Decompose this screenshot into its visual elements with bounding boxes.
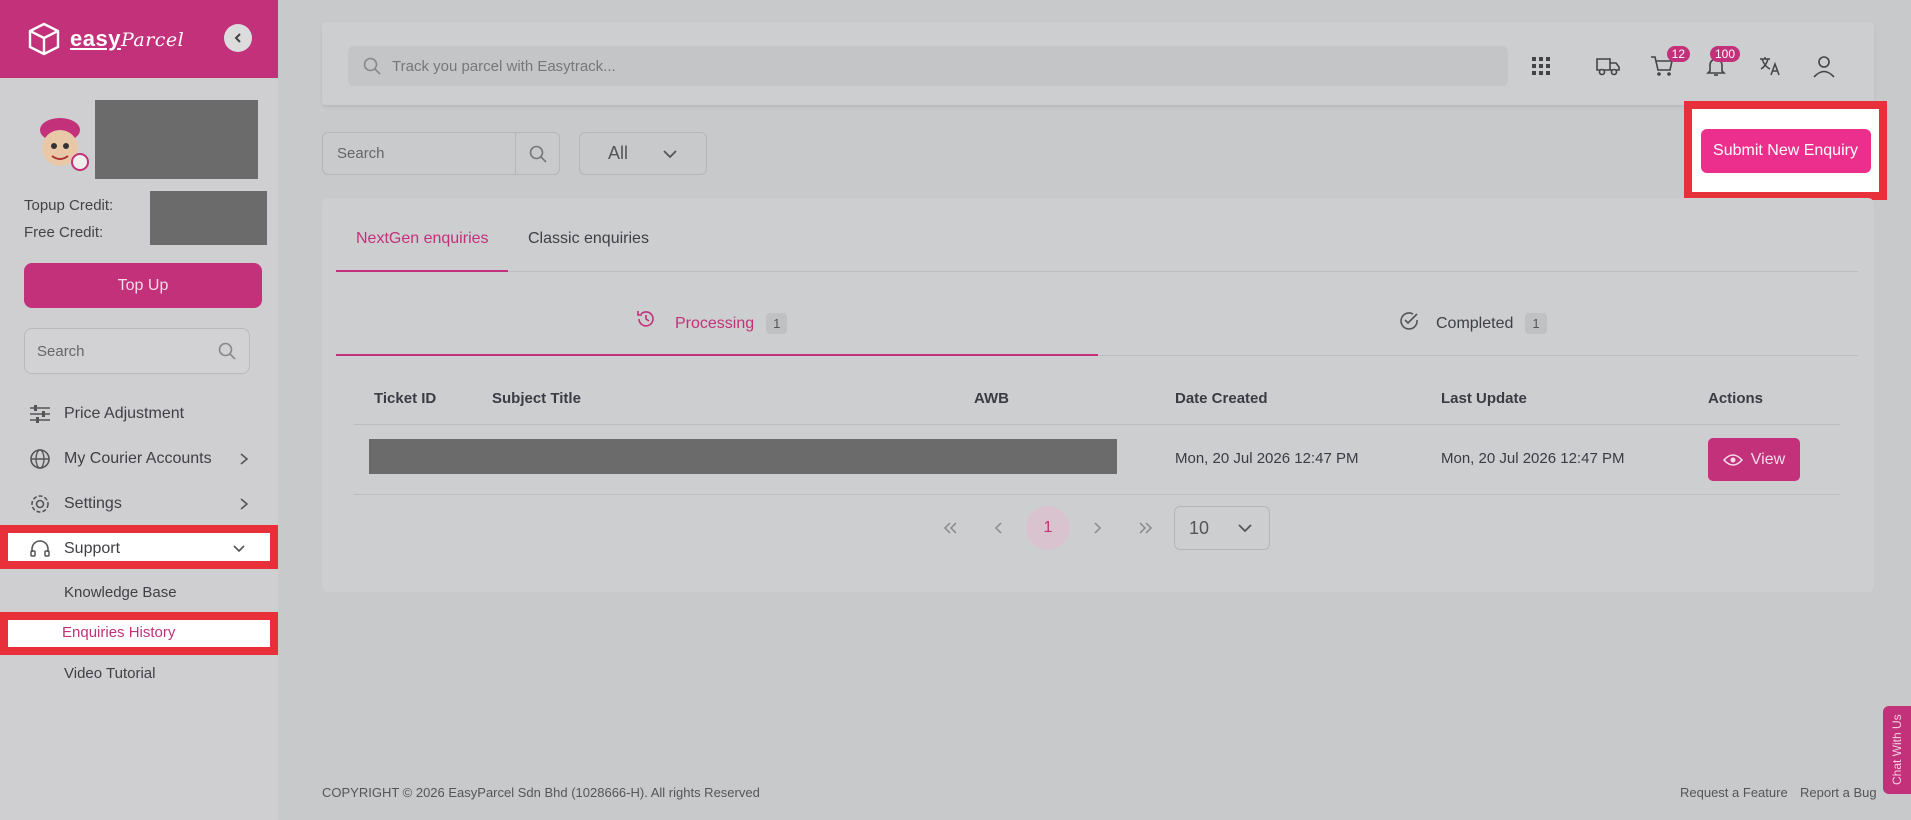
column-header-last-update: Last Update xyxy=(1441,390,1527,407)
status-filter-select[interactable]: All xyxy=(579,132,707,175)
chevrons-left-icon xyxy=(943,522,957,534)
tab-classic-enquiries[interactable]: Classic enquiries xyxy=(528,230,649,248)
user-profile-icon[interactable] xyxy=(1810,52,1838,80)
chevron-left-icon xyxy=(234,33,241,43)
enquiry-search-button[interactable] xyxy=(515,133,559,174)
column-header-ticket-id: Ticket ID xyxy=(374,390,437,407)
sidebar-item-label: Price Adjustment xyxy=(64,405,185,422)
copyright-text: COPYRIGHT © 2026 EasyParcel Sdn Bhd (102… xyxy=(322,785,760,800)
sidebar-item-settings[interactable]: Settings xyxy=(28,492,250,516)
sidebar-subitem-video-tutorial[interactable]: Video Tutorial xyxy=(64,665,155,682)
row-date-created: Mon, 20 Jul 2026 12:47 PM xyxy=(1175,450,1359,467)
tab-divider xyxy=(336,271,1858,272)
subtab-processing-label: Processing xyxy=(675,314,755,332)
page-1-button[interactable]: 1 xyxy=(1026,506,1070,550)
subtab-processing[interactable]: Processing 1 xyxy=(635,310,788,334)
view-button-label: View xyxy=(1750,450,1786,468)
chevron-right-icon xyxy=(1094,522,1102,534)
redacted-credit-values xyxy=(150,191,267,245)
topup-credit-label: Topup Credit: xyxy=(24,197,114,214)
sidebar-item-price-adjustment[interactable]: Price Adjustment xyxy=(28,402,250,426)
completed-count-badge: 1 xyxy=(1525,313,1547,334)
free-credit-label: Free Credit: xyxy=(24,224,104,241)
page-size-value: 10 xyxy=(1189,517,1210,538)
eye-icon xyxy=(1722,453,1743,466)
row-divider xyxy=(354,494,1840,495)
easytrack-search-input[interactable]: Track you parcel with Easytrack... xyxy=(348,46,1508,86)
top-up-button[interactable]: Top Up xyxy=(24,263,262,308)
search-icon xyxy=(529,145,547,163)
sidebar-item-label: My Courier Accounts xyxy=(64,450,212,467)
chevron-down-icon xyxy=(663,149,677,158)
sliders-icon xyxy=(28,402,52,426)
sidebar-item-label: Settings xyxy=(64,495,122,512)
page-size-select[interactable]: 10 xyxy=(1174,506,1270,550)
request-feature-link[interactable]: Request a Feature xyxy=(1680,785,1788,800)
apps-grid-icon[interactable] xyxy=(1527,52,1555,80)
column-header-awb: AWB xyxy=(974,390,1009,407)
prev-page-button[interactable] xyxy=(977,506,1021,550)
processing-count-badge: 1 xyxy=(766,313,788,334)
active-tab-indicator xyxy=(336,270,508,272)
header-row-divider xyxy=(354,424,1840,425)
cart-icon[interactable]: 12 xyxy=(1648,46,1690,80)
history-icon xyxy=(637,310,654,327)
column-header-subject-title: Subject Title xyxy=(492,390,581,407)
globe-icon xyxy=(28,447,52,471)
headset-icon xyxy=(28,537,52,561)
brand-logo-text[interactable]: easyParcel xyxy=(70,26,184,52)
chevron-down-icon xyxy=(1238,524,1252,533)
view-enquiry-button[interactable]: View xyxy=(1708,438,1800,481)
subtab-completed-label: Completed xyxy=(1436,314,1514,332)
submit-new-enquiry-button[interactable]: Submit New Enquiry xyxy=(1700,128,1871,173)
check-circle-icon xyxy=(1400,311,1418,330)
sidebar-search-input[interactable]: Search xyxy=(24,328,250,374)
avatar[interactable] xyxy=(30,114,92,174)
column-header-date-created: Date Created xyxy=(1175,390,1268,407)
sidebar-search-placeholder: Search xyxy=(37,342,85,360)
sidebar-subitem-enquiries-history[interactable]: Enquiries History xyxy=(62,624,175,641)
easytrack-placeholder: Track you parcel with Easytrack... xyxy=(392,57,616,75)
row-last-update: Mon, 20 Jul 2026 12:47 PM xyxy=(1441,450,1625,467)
chat-with-us-tab[interactable]: Chat With Us xyxy=(1883,706,1911,794)
translate-icon[interactable] xyxy=(1756,52,1784,80)
first-page-button[interactable] xyxy=(928,506,972,550)
sidebar-collapse-button[interactable] xyxy=(224,24,252,52)
sidebar-item-label: Support xyxy=(64,540,121,557)
tab-nextgen-enquiries[interactable]: NextGen enquiries xyxy=(356,230,489,248)
search-icon[interactable] xyxy=(217,341,237,361)
sidebar-item-support[interactable]: Support xyxy=(28,537,250,561)
last-page-button[interactable] xyxy=(1124,506,1168,550)
active-subtab-indicator xyxy=(336,354,1098,356)
gear-icon xyxy=(28,492,52,516)
status-filter-value: All xyxy=(608,143,629,163)
notification-count-badge: 100 xyxy=(1709,46,1740,62)
report-bug-link[interactable]: Report a Bug xyxy=(1800,785,1877,800)
chevron-left-icon xyxy=(994,522,1002,534)
notification-bell-icon[interactable]: 100 xyxy=(1702,46,1740,80)
box-logo-icon xyxy=(28,22,60,56)
search-icon xyxy=(363,57,381,75)
truck-icon[interactable] xyxy=(1594,52,1622,80)
enquiry-search-input[interactable]: Search xyxy=(322,132,560,175)
subtab-completed[interactable]: Completed 1 xyxy=(1398,311,1547,334)
chevron-down-icon xyxy=(233,545,245,553)
cart-count-badge: 12 xyxy=(1666,46,1690,62)
enquiries-card: NextGen enquiries Classic enquiries Proc… xyxy=(322,198,1874,592)
column-header-actions: Actions xyxy=(1708,390,1764,407)
chevrons-right-icon xyxy=(1139,522,1153,534)
submit-enquiry-highlight: Submit New Enquiry xyxy=(1684,101,1887,200)
sidebar: easyParcel Topup Credit: Free Credit: To… xyxy=(0,0,278,820)
redacted-ticket-details xyxy=(369,439,1117,474)
redacted-username xyxy=(95,100,258,179)
enquiry-search-placeholder: Search xyxy=(337,145,385,162)
chevron-right-icon xyxy=(240,498,249,510)
top-bar: Track you parcel with Easytrack... 12 10… xyxy=(322,22,1874,105)
next-page-button[interactable] xyxy=(1075,506,1119,550)
sidebar-subitem-knowledge-base[interactable]: Knowledge Base xyxy=(64,584,177,601)
sidebar-item-my-courier-accounts[interactable]: My Courier Accounts xyxy=(28,447,250,471)
brand-header: easyParcel xyxy=(0,0,278,78)
chevron-right-icon xyxy=(240,453,249,465)
